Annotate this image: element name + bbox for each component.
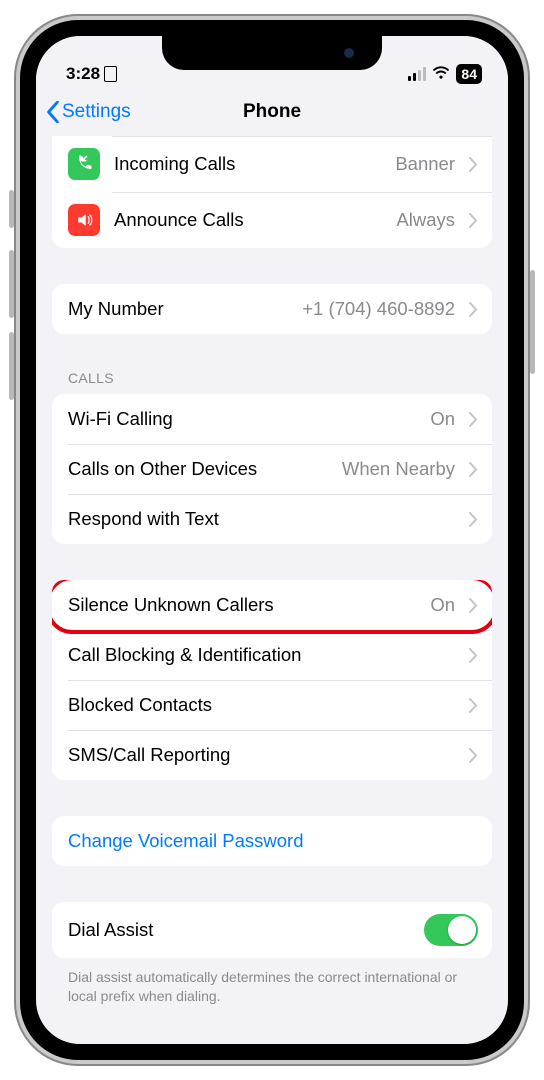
chevron-right-icon — [469, 748, 478, 763]
row-label: Call Blocking & Identification — [68, 644, 455, 666]
chevron-left-icon — [46, 101, 60, 123]
row-my-number[interactable]: My Number +1 (704) 460-8892 — [52, 284, 492, 334]
announce-icon — [68, 204, 100, 236]
row-blocked-contacts[interactable]: Blocked Contacts — [52, 680, 492, 730]
chevron-right-icon — [469, 698, 478, 713]
row-dial-assist[interactable]: Dial Assist — [52, 902, 492, 958]
status-time: 3:28 — [66, 64, 100, 84]
row-value: Always — [396, 209, 455, 231]
chevron-right-icon — [469, 157, 478, 172]
row-label: SMS/Call Reporting — [68, 744, 455, 766]
blocking-group: Silence Unknown Callers On Call Blocking… — [52, 580, 492, 780]
back-button[interactable]: Settings — [46, 101, 131, 123]
sim-icon — [104, 66, 117, 82]
row-calls-other-devices[interactable]: Calls on Other Devices When Nearby — [52, 444, 492, 494]
row-value: On — [430, 408, 455, 430]
row-label: Wi-Fi Calling — [68, 408, 416, 430]
wifi-icon — [432, 64, 450, 84]
row-value: Banner — [395, 153, 455, 175]
phone-incoming-icon — [68, 148, 100, 180]
row-call-blocking-identification[interactable]: Call Blocking & Identification — [52, 630, 492, 680]
row-label: My Number — [68, 298, 288, 320]
row-announce-calls[interactable]: Announce Calls Always — [52, 192, 492, 248]
cell-signal-icon — [408, 67, 426, 81]
row-value: +1 (704) 460-8892 — [302, 298, 455, 320]
row-label: Dial Assist — [68, 919, 410, 941]
row-label: Change Voicemail Password — [68, 830, 478, 852]
section-header-calls: Calls — [36, 370, 508, 394]
row-label: Announce Calls — [114, 209, 382, 231]
chevron-right-icon — [469, 512, 478, 527]
row-change-voicemail-password[interactable]: Change Voicemail Password — [52, 816, 492, 866]
back-label: Settings — [62, 101, 131, 123]
row-value: When Nearby — [342, 458, 455, 480]
row-label: Blocked Contacts — [68, 694, 455, 716]
row-label: Calls on Other Devices — [68, 458, 328, 480]
dial-assist-switch[interactable] — [424, 914, 478, 946]
dial-assist-footer: Dial assist automatically determines the… — [36, 962, 508, 1006]
chevron-right-icon — [469, 462, 478, 477]
row-label: Silence Unknown Callers — [68, 594, 416, 616]
phone-frame: 3:28 84 Settings Phone — [14, 14, 530, 1066]
row-incoming-calls[interactable]: Incoming Calls Banner — [52, 136, 492, 192]
row-wifi-calling[interactable]: Wi-Fi Calling On — [52, 394, 492, 444]
row-silence-unknown-callers[interactable]: Silence Unknown Callers On — [52, 580, 492, 630]
chevron-right-icon — [469, 648, 478, 663]
chevron-right-icon — [469, 412, 478, 427]
battery-indicator: 84 — [456, 64, 482, 84]
row-value: On — [430, 594, 455, 616]
row-respond-with-text[interactable]: Respond with Text — [52, 494, 492, 544]
row-label: Incoming Calls — [114, 153, 381, 175]
nav-bar: Settings Phone — [36, 88, 508, 136]
screen: 3:28 84 Settings Phone — [36, 36, 508, 1044]
notch — [162, 36, 382, 70]
row-label: Respond with Text — [68, 508, 455, 530]
row-sms-call-reporting[interactable]: SMS/Call Reporting — [52, 730, 492, 780]
chevron-right-icon — [469, 213, 478, 228]
chevron-right-icon — [469, 302, 478, 317]
chevron-right-icon — [469, 598, 478, 613]
